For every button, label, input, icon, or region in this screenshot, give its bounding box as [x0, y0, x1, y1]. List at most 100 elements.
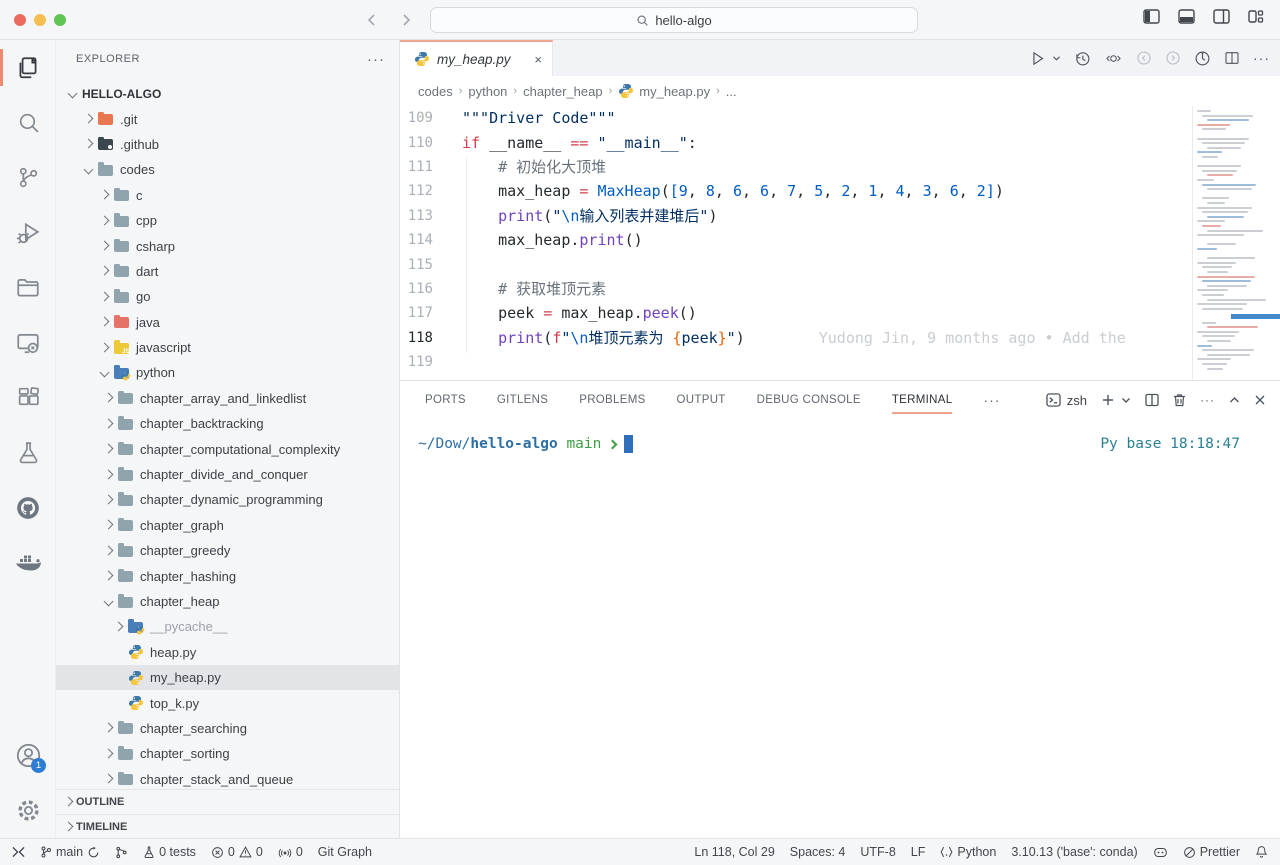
code-line-119[interactable]: 119 — [400, 350, 1280, 374]
minimap[interactable] — [1192, 106, 1280, 380]
chevron-down-icon[interactable] — [100, 594, 116, 610]
tree-folder-chapter-greedy[interactable]: chapter_greedy — [56, 538, 400, 563]
chevron-right-icon[interactable] — [80, 111, 96, 127]
tree-folder-chapter-backtracking[interactable]: chapter_backtracking — [56, 411, 400, 436]
breadcrumb-item[interactable]: chapter_heap — [523, 84, 603, 99]
heatmap-icon[interactable] — [1194, 50, 1211, 67]
status-interpreter[interactable]: 3.10.13 ('base': conda) — [1011, 845, 1137, 859]
status-indentation[interactable]: Spaces: 4 — [790, 845, 846, 859]
tree-folder-javascript[interactable]: JSjavascript — [56, 335, 400, 360]
tree-folder-chapter-computational-complexity[interactable]: chapter_computational_complexity — [56, 436, 400, 461]
run-dropdown-icon[interactable] — [1052, 55, 1061, 62]
tree-folder-chapter-dynamic-programming[interactable]: chapter_dynamic_programming — [56, 487, 400, 512]
chevron-right-icon[interactable] — [80, 136, 96, 152]
status-notifications[interactable] — [1255, 845, 1268, 859]
layout-customize-icon[interactable] — [1248, 9, 1264, 24]
tree-folder-dart[interactable]: dart — [56, 259, 400, 284]
run-icon[interactable] — [1029, 50, 1046, 67]
code-line-109[interactable]: 109"""Driver Code""" — [400, 106, 1280, 130]
activity-project-folder-icon[interactable] — [0, 260, 56, 315]
chevron-right-icon[interactable] — [96, 314, 112, 330]
back-arrow-icon[interactable] — [362, 9, 382, 31]
command-center-search[interactable]: hello-algo — [430, 7, 918, 33]
open-changes-icon[interactable] — [1104, 51, 1123, 66]
window-controls[interactable] — [14, 14, 66, 26]
chevron-right-icon[interactable] — [96, 238, 112, 254]
explorer-more-actions-icon[interactable]: ··· — [367, 51, 385, 68]
chevron-right-icon[interactable] — [100, 568, 116, 584]
chevron-right-icon[interactable] — [100, 416, 116, 432]
timeline-section[interactable]: TIMELINE — [56, 814, 400, 838]
status-cursor-position[interactable]: Ln 118, Col 29 — [694, 845, 774, 859]
chevron-right-icon[interactable] — [100, 492, 116, 508]
activity-run-debug-icon[interactable] — [0, 205, 56, 260]
chevron-right-icon[interactable] — [100, 720, 116, 736]
new-terminal-icon[interactable] — [1101, 393, 1115, 407]
tree-folder--git[interactable]: .git — [56, 106, 400, 131]
chevron-right-icon[interactable] — [96, 340, 112, 356]
close-panel-icon[interactable] — [1254, 394, 1266, 406]
status-remote[interactable] — [12, 846, 25, 858]
tree-folder-csharp[interactable]: csharp — [56, 233, 400, 258]
tree-folder-cpp[interactable]: cpp — [56, 208, 400, 233]
tree-folder-python[interactable]: python — [56, 360, 400, 385]
outline-section[interactable]: OUTLINE — [56, 789, 400, 814]
tree-folder-chapter-searching[interactable]: chapter_searching — [56, 716, 400, 741]
tree-folder-go[interactable]: go — [56, 284, 400, 309]
activity-extensions-icon[interactable] — [0, 370, 56, 425]
chevron-right-icon[interactable] — [100, 441, 116, 457]
tree-folder-chapter-graph[interactable]: chapter_graph — [56, 513, 400, 538]
file-history-icon[interactable] — [1074, 50, 1091, 67]
activity-settings-icon[interactable] — [0, 783, 56, 838]
status-git-graph-label[interactable]: Git Graph — [318, 845, 372, 859]
more-icon[interactable]: ··· — [1253, 50, 1270, 66]
code-line-117[interactable]: 117 peek = max_heap.peek() — [400, 301, 1280, 325]
layout-sidebar-left-icon[interactable] — [1143, 9, 1160, 24]
forward-arrow-icon[interactable] — [396, 9, 416, 31]
terminal-view[interactable]: ~/Dow/hello-algo main Py base 18:18:47 — [400, 419, 1280, 838]
activity-accounts-icon[interactable]: 1 — [0, 728, 56, 783]
tree-file-my-heap-py[interactable]: my_heap.py — [56, 665, 400, 690]
code-line-112[interactable]: 112 max_heap = MaxHeap([9, 8, 6, 6, 7, 5… — [400, 179, 1280, 203]
chevron-right-icon[interactable] — [96, 213, 112, 229]
chevron-right-icon[interactable] — [100, 467, 116, 483]
code-line-114[interactable]: 114 max_heap.print() — [400, 228, 1280, 252]
tab-my-heap[interactable]: my_heap.py × — [400, 40, 553, 76]
tree-folder-chapter-array-and-linkedlist[interactable]: chapter_array_and_linkedlist — [56, 386, 400, 411]
panel-tab-terminal[interactable]: TERMINAL — [892, 381, 953, 419]
code-line-111[interactable]: 111 # 初始化大顶堆 — [400, 155, 1280, 179]
kill-terminal-trash-icon[interactable] — [1173, 393, 1186, 407]
status-encoding[interactable]: UTF-8 — [860, 845, 895, 859]
split-terminal-icon[interactable] — [1145, 393, 1159, 407]
status-prettier[interactable]: Prettier — [1183, 845, 1240, 859]
code-line-116[interactable]: 116 # 获取堆顶元素 — [400, 277, 1280, 301]
breadcrumb-item[interactable]: my_heap.py — [618, 83, 710, 99]
tree-file-top-k-py[interactable]: top_k.py — [56, 690, 400, 715]
activity-github-icon[interactable] — [0, 480, 56, 535]
status-eol[interactable]: LF — [911, 845, 926, 859]
chevron-right-icon[interactable] — [100, 771, 116, 787]
chevron-right-icon[interactable] — [96, 289, 112, 305]
status-tests[interactable]: 0 tests — [143, 845, 196, 859]
code-line-115[interactable]: 115 — [400, 252, 1280, 276]
activity-source-control-icon[interactable] — [0, 150, 56, 205]
chevron-right-icon[interactable] — [110, 619, 126, 635]
tree-folder-chapter-heap[interactable]: chapter_heap — [56, 589, 400, 614]
breadcrumb-item[interactable]: codes — [418, 84, 453, 99]
panel-tab-gitlens[interactable]: GITLENS — [497, 381, 548, 419]
terminal-instance-chip[interactable]: zsh — [1046, 393, 1087, 408]
tree-folder-codes[interactable]: codes — [56, 157, 400, 182]
activity-search-icon[interactable] — [0, 95, 56, 150]
activity-testing-icon[interactable] — [0, 425, 56, 480]
chevron-right-icon[interactable] — [100, 517, 116, 533]
chevron-down-icon[interactable] — [96, 365, 112, 381]
chevron-down-icon[interactable] — [80, 162, 96, 178]
layout-sidebar-right-icon[interactable] — [1213, 9, 1230, 24]
status-copilot[interactable] — [1153, 846, 1168, 859]
split-editor-icon[interactable] — [1224, 50, 1240, 66]
terminal-dropdown-icon[interactable] — [1121, 396, 1131, 404]
tree-folder--pycache-[interactable]: __pycache__ — [56, 614, 400, 639]
chevron-right-icon[interactable] — [100, 543, 116, 559]
tree-folder-hello-algo[interactable]: HELLO-ALGO — [56, 81, 400, 106]
zoom-window-button[interactable] — [54, 14, 66, 26]
